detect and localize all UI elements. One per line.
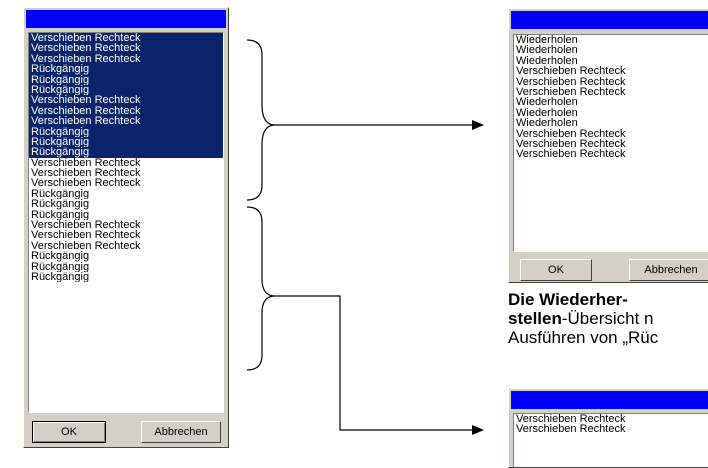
upper-arrow-head-icon xyxy=(472,120,484,130)
lower-brace-icon xyxy=(246,206,276,371)
upper-brace-icon xyxy=(246,39,276,201)
lower-arrow-head-icon xyxy=(472,425,484,435)
lower-arrow-line xyxy=(275,295,472,431)
annotation-overlay xyxy=(246,39,484,435)
